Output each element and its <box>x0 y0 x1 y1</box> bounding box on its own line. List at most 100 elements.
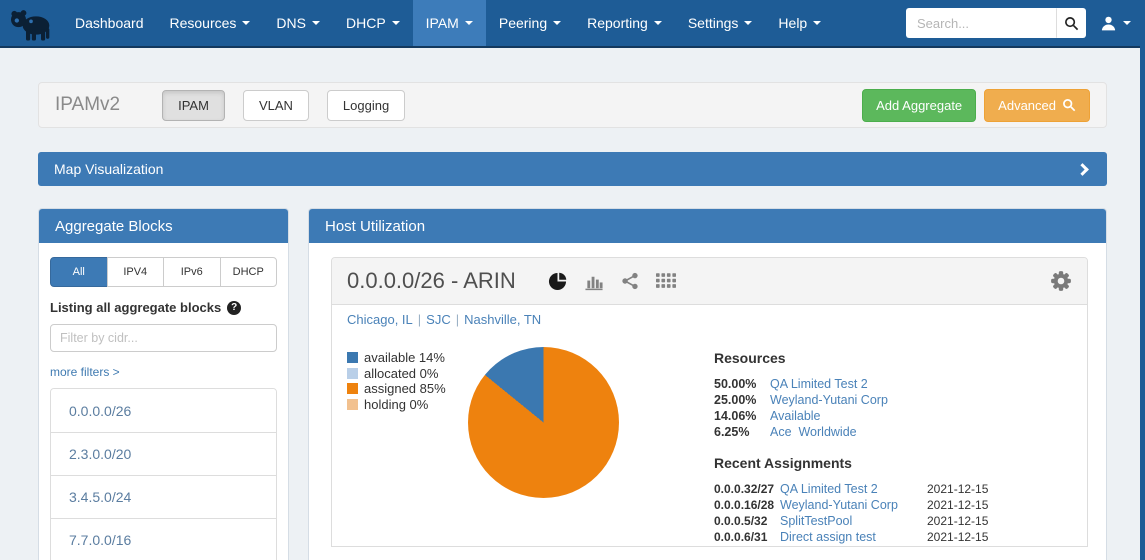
nav-label: DHCP <box>346 15 386 31</box>
location-separator: | <box>418 312 421 327</box>
nav-item-reporting[interactable]: Reporting <box>574 0 675 46</box>
settings-gear-button[interactable] <box>1050 270 1072 292</box>
nav-item-help[interactable]: Help <box>765 0 834 46</box>
panda-logo-icon <box>6 4 56 42</box>
aggregate-blocks-title: Aggregate Blocks <box>55 218 173 235</box>
aggregate-block-item[interactable]: 3.4.5.0/24 <box>51 475 276 518</box>
assignment-date: 2021-12-15 <box>927 545 988 547</box>
assignment-link[interactable]: Direct assign test <box>780 529 927 545</box>
resource-link[interactable]: Ace Worldwide <box>770 424 857 440</box>
tab-vlan[interactable]: VLAN <box>243 90 309 121</box>
assignment-link[interactable]: SplitTestPool <box>780 513 927 529</box>
location-link[interactable]: Chicago, IL <box>347 312 413 327</box>
aggregate-block-item[interactable]: 2.3.0.0/20 <box>51 432 276 475</box>
host-utilization-header: Host Utilization <box>309 209 1106 243</box>
location-link[interactable]: Nashville, TN <box>464 312 541 327</box>
page-header: IPAMv2 IPAM VLAN Logging Add Aggregate A… <box>38 82 1107 128</box>
main-nav: Dashboard Resources DNS DHCP IPAM Peerin… <box>62 0 834 46</box>
resource-row: 50.00%QA Limited Test 2 <box>714 376 1084 392</box>
resource-link[interactable]: Available <box>770 408 821 424</box>
map-visualization-title: Map Visualization <box>54 161 163 177</box>
search-icon <box>1064 16 1079 31</box>
caret-down-icon <box>465 21 473 25</box>
navbar-right <box>906 0 1145 46</box>
legend-item: holding 0% <box>347 397 446 413</box>
view-tabs: IPAM VLAN Logging <box>162 90 405 121</box>
locations-breadcrumb: Chicago, IL|SJC|Nashville, TN <box>332 305 1087 333</box>
legend-label: assigned 85% <box>364 381 446 397</box>
bar-chart-icon[interactable] <box>584 272 604 291</box>
assignment-row: 0.0.0.16/28Weyland-Yutani Corp2021-12-15 <box>714 497 1084 513</box>
resource-percent: 25.00% <box>714 392 770 408</box>
filter-tab-ipv6[interactable]: IPv6 <box>163 257 221 287</box>
vertical-scrollbar[interactable] <box>1140 0 1145 560</box>
nav-label: Peering <box>499 15 547 31</box>
nav-item-dns[interactable]: DNS <box>263 0 333 46</box>
caret-down-icon <box>392 21 400 25</box>
assignment-cidr: 0.0.0.6/31 <box>714 529 780 545</box>
tab-ipam[interactable]: IPAM <box>162 90 225 121</box>
aggregate-filter-tabs: All IPV4 IPv6 DHCP <box>50 257 277 287</box>
search-input[interactable] <box>906 8 1056 38</box>
assignment-cidr: 0.0.0.5/32 <box>714 513 780 529</box>
assignment-link[interactable]: QA Limited Test 2 <box>780 481 927 497</box>
legend-swatch <box>347 383 358 394</box>
caret-down-icon <box>553 21 561 25</box>
filter-tab-all[interactable]: All <box>50 257 108 287</box>
location-link[interactable]: SJC <box>426 312 451 327</box>
nav-item-ipam[interactable]: IPAM <box>413 0 486 46</box>
assignment-date: 2021-12-15 <box>927 529 988 545</box>
assignment-link[interactable]: Weyland-Yutani Corp <box>780 497 927 513</box>
assignment-cidr: 0.0.0.0/30 <box>714 545 780 547</box>
resource-link[interactable]: QA Limited Test 2 <box>770 376 868 392</box>
nav-label: DNS <box>276 15 306 31</box>
host-block-toolbar: 0.0.0.0/26 - ARIN <box>332 258 1087 305</box>
filter-tab-dhcp[interactable]: DHCP <box>220 257 278 287</box>
nav-label: Reporting <box>587 15 648 31</box>
legend-label: allocated 0% <box>364 366 438 382</box>
user-menu[interactable] <box>1100 15 1131 32</box>
assignment-row: 0.0.0.6/31Direct assign test2021-12-15 <box>714 529 1084 545</box>
gear-icon <box>1050 270 1072 292</box>
nav-item-dashboard[interactable]: Dashboard <box>62 0 157 46</box>
app-logo[interactable] <box>0 0 62 46</box>
advanced-search-button[interactable]: Advanced <box>984 89 1090 122</box>
search-button[interactable] <box>1056 8 1086 38</box>
page-title: IPAMv2 <box>55 94 120 116</box>
add-aggregate-button[interactable]: Add Aggregate <box>862 89 976 122</box>
search-group <box>906 8 1086 38</box>
legend-item: available 14% <box>347 350 446 366</box>
utilization-chart-area: available 14% allocated 0% assigned 85% … <box>332 333 1087 547</box>
assignment-date: 2021-12-15 <box>927 497 988 513</box>
recent-assignments-heading: Recent Assignments <box>714 455 1084 471</box>
filter-tab-ipv4[interactable]: IPV4 <box>107 257 165 287</box>
chart-toolbar <box>548 272 676 291</box>
legend-item: allocated 0% <box>347 366 446 382</box>
caret-down-icon <box>744 21 752 25</box>
resource-link[interactable]: Weyland-Yutani Corp <box>770 392 888 408</box>
help-circle-icon[interactable] <box>227 301 241 315</box>
share-icon[interactable] <box>621 272 639 290</box>
pie-chart-icon[interactable] <box>548 272 567 291</box>
legend-label: holding 0% <box>364 397 428 413</box>
pie-chart[interactable] <box>468 347 619 498</box>
more-filters-link[interactable]: more filters > <box>50 365 120 379</box>
nav-item-peering[interactable]: Peering <box>486 0 574 46</box>
caret-down-icon <box>1123 21 1131 25</box>
assignment-cidr: 0.0.0.16/28 <box>714 497 780 513</box>
cidr-filter-input[interactable] <box>50 324 277 352</box>
top-navbar: Dashboard Resources DNS DHCP IPAM Peerin… <box>0 0 1145 48</box>
aggregate-blocks-header: Aggregate Blocks <box>39 209 288 243</box>
aggregate-block-item[interactable]: 7.7.0.0/16 <box>51 518 276 560</box>
grid-icon[interactable] <box>656 273 676 289</box>
nav-item-dhcp[interactable]: DHCP <box>333 0 413 46</box>
assignment-link[interactable]: Ace Worldwide <box>780 545 927 547</box>
nav-label: Settings <box>688 15 739 31</box>
tab-logging[interactable]: Logging <box>327 90 405 121</box>
host-utilization-panel: Host Utilization 0.0.0.0/26 - ARIN <box>308 208 1107 560</box>
legend-swatch <box>347 368 358 379</box>
nav-item-settings[interactable]: Settings <box>675 0 766 46</box>
aggregate-block-item[interactable]: 0.0.0.0/26 <box>51 389 276 432</box>
nav-item-resources[interactable]: Resources <box>157 0 264 46</box>
map-visualization-bar[interactable]: Map Visualization <box>38 152 1107 186</box>
